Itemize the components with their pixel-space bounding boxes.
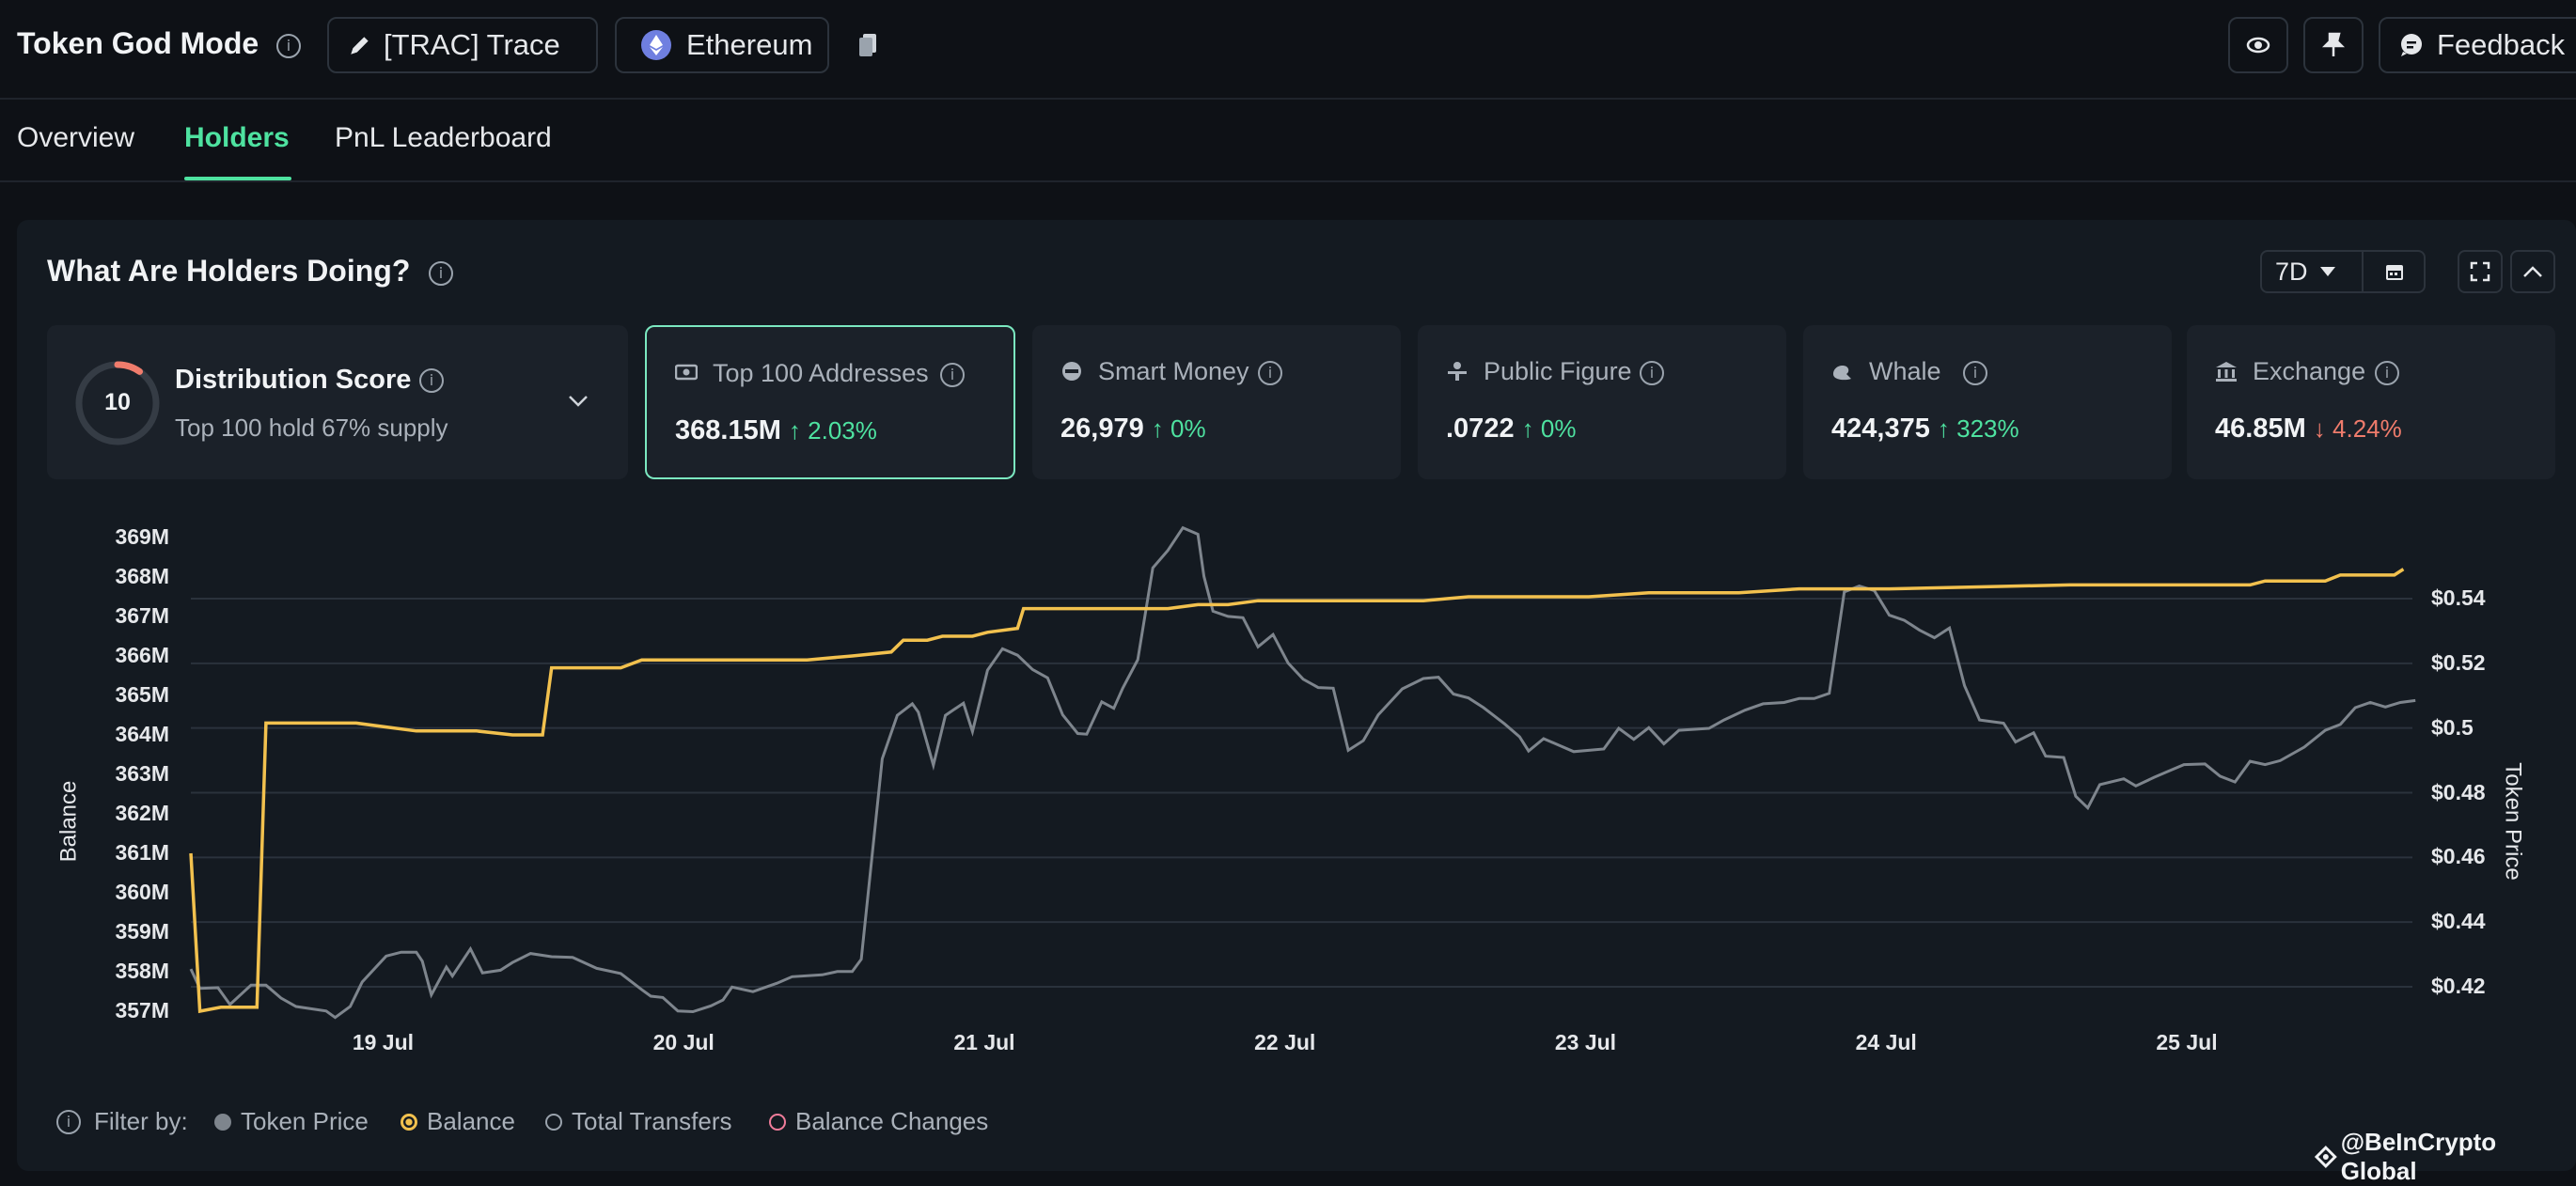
filter-token-price[interactable]: Token Price xyxy=(214,1107,369,1136)
filter-option-label: Total Transfers xyxy=(572,1107,732,1135)
radio-indicator xyxy=(214,1113,231,1131)
filter-total-transfers[interactable]: Total Transfers xyxy=(545,1107,732,1136)
radio-indicator xyxy=(769,1113,786,1131)
filter-option-label: Balance Changes xyxy=(795,1107,989,1135)
radio-indicator xyxy=(545,1113,562,1131)
watermark-text: @BeInCrypto Global xyxy=(2340,1128,2497,1185)
filter-option-label: Balance xyxy=(427,1107,515,1135)
holders-chart xyxy=(189,525,2416,1020)
filter-balance-changes[interactable]: Balance Changes xyxy=(769,1107,988,1136)
chart-grid xyxy=(191,598,2412,988)
diamond-logo-icon xyxy=(2315,1146,2337,1168)
info-icon[interactable]: i xyxy=(56,1109,81,1134)
filter-balance[interactable]: Balance xyxy=(401,1107,515,1136)
balance-line xyxy=(189,568,2405,1014)
radio-indicator xyxy=(401,1113,417,1131)
filter-label-text: Filter by: xyxy=(94,1107,188,1135)
filter-label: i Filter by: xyxy=(56,1107,188,1136)
filter-option-label: Token Price xyxy=(241,1107,369,1135)
watermark: @BeInCrypto Global xyxy=(2315,1128,2576,1186)
